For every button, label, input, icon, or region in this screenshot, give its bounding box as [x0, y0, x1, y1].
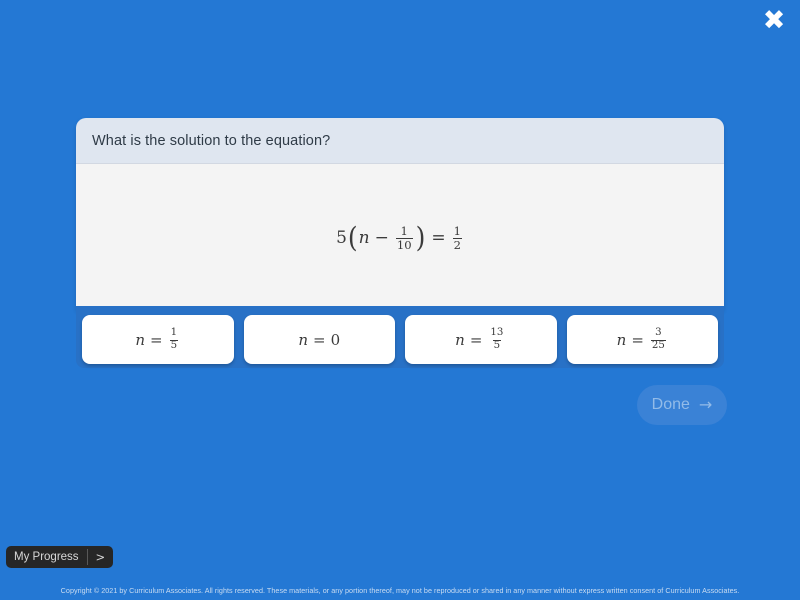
- answer-variable: n: [298, 330, 309, 349]
- fraction-numerator: 3: [655, 327, 662, 339]
- answer-equals: =: [150, 330, 163, 349]
- equation-coefficient: 5: [336, 227, 347, 248]
- answer-fraction: 13 5: [489, 327, 504, 352]
- close-icon: ✖: [762, 4, 786, 36]
- answer-variable: n: [455, 330, 465, 349]
- equation: 5 ( n − 1 10 ) = 1 2: [336, 220, 464, 254]
- fraction-denominator: 25: [650, 340, 666, 351]
- fraction-denominator: 5: [169, 340, 179, 351]
- answer-equals: =: [631, 330, 644, 349]
- done-button[interactable]: Done →: [637, 385, 727, 425]
- equation-inner-fraction: 1 10: [395, 223, 413, 252]
- my-progress-button[interactable]: My Progress >: [6, 546, 114, 568]
- answer-fraction: 1 5: [169, 327, 179, 352]
- answer-expression: n = 13 5: [455, 327, 506, 352]
- answer-option-3[interactable]: n = 13 5: [405, 315, 557, 364]
- equation-close-paren: ): [415, 220, 426, 254]
- answer-equals: =: [313, 330, 326, 349]
- question-header: What is the solution to the equation?: [76, 118, 724, 164]
- answer-expression: n = 3 25: [616, 327, 668, 352]
- close-button[interactable]: ✖: [756, 4, 792, 36]
- answer-value: 0: [330, 330, 341, 349]
- fraction-denominator: 5: [492, 340, 502, 351]
- my-progress-label: My Progress: [14, 551, 79, 563]
- answer-option-2[interactable]: n = 0: [243, 315, 395, 364]
- fraction-denominator: 2: [452, 238, 462, 252]
- equation-right-fraction: 1 2: [452, 223, 462, 252]
- answer-variable: n: [616, 330, 627, 349]
- fraction-numerator: 1: [400, 223, 408, 238]
- fraction-numerator: 1: [453, 223, 461, 238]
- equation-equals: =: [431, 227, 446, 248]
- fraction-denominator: 10: [395, 238, 413, 252]
- fraction-numerator: 1: [170, 327, 178, 339]
- equation-operator: −: [374, 227, 389, 248]
- copyright-text: Copyright © 2021 by Curriculum Associate…: [60, 586, 740, 595]
- footer: Copyright © 2021 by Curriculum Associate…: [0, 580, 800, 598]
- answer-equals: =: [469, 330, 483, 349]
- answer-option-4[interactable]: n = 3 25: [566, 315, 718, 364]
- arrow-right-icon: →: [698, 395, 713, 414]
- equation-area: 5 ( n − 1 10 ) = 1 2: [76, 164, 724, 311]
- answer-option-1[interactable]: n = 1 5: [82, 315, 234, 364]
- answer-variable: n: [135, 330, 146, 349]
- question-card: What is the solution to the equation? 5 …: [76, 118, 724, 311]
- answer-fraction: 3 25: [650, 327, 666, 352]
- answer-expression: n = 0: [298, 331, 340, 349]
- equation-open-paren: (: [347, 220, 358, 254]
- answer-expression: n = 1 5: [135, 327, 180, 352]
- chevron-right-icon[interactable]: >: [88, 546, 114, 568]
- done-button-label: Done: [651, 396, 690, 413]
- question-prompt: What is the solution to the equation?: [92, 133, 331, 149]
- answer-choices: n = 1 5 n = 0 n = 13 5 n = 3 25: [82, 315, 718, 364]
- fraction-numerator: 13: [490, 327, 504, 339]
- equation-variable: n: [358, 227, 370, 248]
